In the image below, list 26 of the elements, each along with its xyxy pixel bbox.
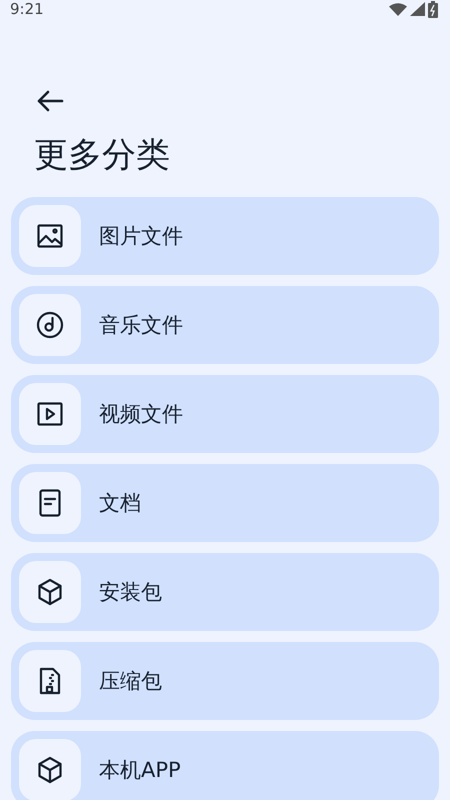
page-title: 更多分类 <box>34 134 171 177</box>
status-time: 9:21 <box>10 0 44 18</box>
play-icon <box>37 402 63 426</box>
category-item[interactable]: 视频文件 <box>11 375 439 453</box>
category-item[interactable]: 本机APP <box>11 731 439 800</box>
zip-file-icon <box>39 667 61 695</box>
back-arrow-icon <box>36 90 64 112</box>
category-label: 本机APP <box>99 757 181 784</box>
category-item[interactable]: 安装包 <box>11 553 439 631</box>
category-label: 图片文件 <box>99 223 183 250</box>
signal-icon <box>410 2 425 16</box>
wifi-icon <box>389 2 407 16</box>
category-label: 视频文件 <box>99 401 183 428</box>
music-disc-icon <box>36 311 64 339</box>
category-item[interactable]: 文档 <box>11 464 439 542</box>
category-label: 安装包 <box>99 579 162 606</box>
category-item[interactable]: 图片文件 <box>11 197 439 275</box>
cube-icon <box>37 578 63 606</box>
category-label: 音乐文件 <box>99 312 183 339</box>
category-label: 文档 <box>99 490 141 517</box>
category-item[interactable]: 压缩包 <box>11 642 439 720</box>
document-icon <box>39 489 61 517</box>
category-label: 压缩包 <box>99 668 162 695</box>
image-icon <box>37 224 63 248</box>
cube-icon <box>37 756 63 784</box>
category-item[interactable]: 音乐文件 <box>11 286 439 364</box>
